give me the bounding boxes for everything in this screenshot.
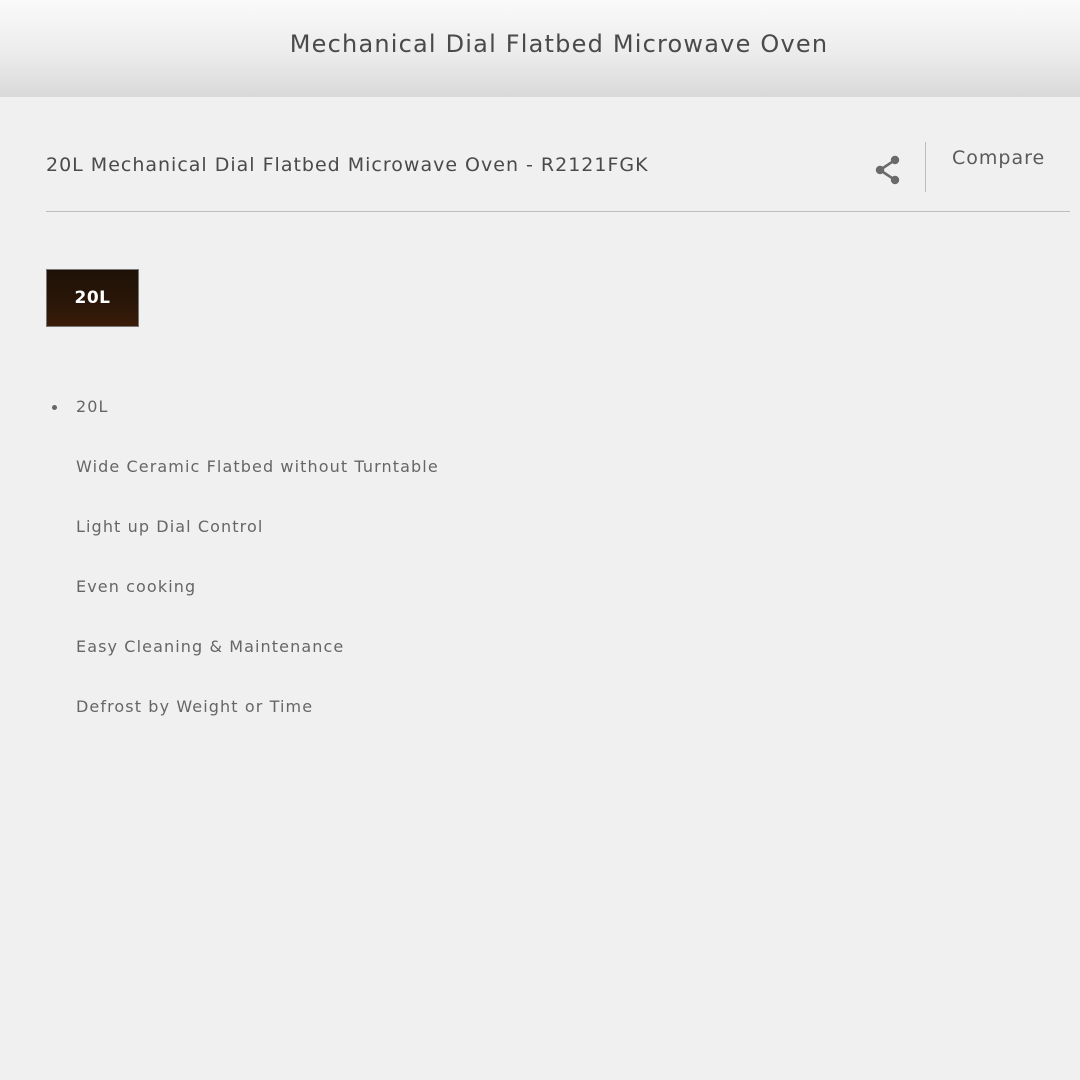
product-title-bar: 20L Mechanical Dial Flatbed Microwave Ov… bbox=[46, 140, 1070, 212]
share-icon bbox=[875, 155, 900, 185]
page-title: Mechanical Dial Flatbed Microwave Oven bbox=[289, 29, 829, 58]
feature-text: Even cooking bbox=[76, 577, 197, 596]
feature-text: Light up Dial Control bbox=[76, 517, 264, 536]
share-button[interactable] bbox=[868, 150, 908, 190]
top-header: Mechanical Dial Flatbed Microwave Oven bbox=[0, 0, 1080, 97]
list-item: Defrost by Weight or Time bbox=[76, 694, 439, 754]
list-item: Even cooking bbox=[76, 574, 439, 634]
product-title: 20L Mechanical Dial Flatbed Microwave Ov… bbox=[46, 154, 649, 176]
feature-text: Wide Ceramic Flatbed without Turntable bbox=[76, 457, 439, 476]
list-item: 20L bbox=[52, 394, 439, 454]
page: Mechanical Dial Flatbed Microwave Oven 2… bbox=[0, 0, 1080, 1080]
list-item: Wide Ceramic Flatbed without Turntable bbox=[76, 454, 439, 514]
bullet-icon bbox=[52, 405, 57, 410]
list-item: Light up Dial Control bbox=[76, 514, 439, 574]
size-option-20l[interactable]: 20L bbox=[46, 269, 139, 327]
feature-text: Defrost by Weight or Time bbox=[76, 697, 314, 716]
feature-text: 20L bbox=[76, 397, 109, 416]
feature-text: Easy Cleaning & Maintenance bbox=[76, 637, 345, 656]
list-item: Easy Cleaning & Maintenance bbox=[76, 634, 439, 694]
feature-list: 20L Wide Ceramic Flatbed without Turntab… bbox=[52, 394, 439, 754]
compare-button[interactable]: Compare bbox=[952, 147, 1045, 169]
divider bbox=[925, 142, 926, 192]
